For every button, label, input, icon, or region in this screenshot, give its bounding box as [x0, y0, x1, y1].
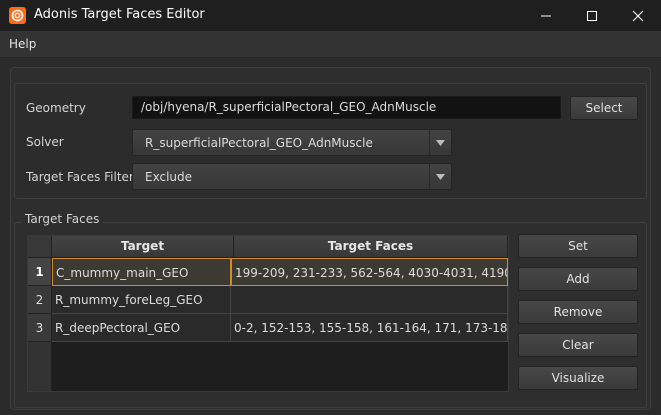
solver-label: Solver [26, 135, 64, 149]
geometry-label: Geometry [26, 101, 86, 115]
minimize-button[interactable] [523, 0, 569, 31]
solver-value: R_superficialPectoral_GEO_AdnMuscle [145, 136, 373, 150]
solver-dropdown[interactable]: R_superficialPectoral_GEO_AdnMuscle [132, 129, 452, 156]
table-cell-target-faces[interactable]: 199-209, 231-233, 562-564, 4030-4031, 41… [231, 258, 508, 286]
table-cell-target[interactable]: R_mummy_foreLeg_GEO [52, 286, 231, 314]
clear-button[interactable]: Clear [518, 333, 638, 357]
table-cell-target[interactable]: R_deepPectoral_GEO [52, 314, 231, 342]
row-header[interactable]: 2 [28, 286, 52, 314]
geometry-field[interactable]: /obj/hyena/R_superficialPectoral_GEO_Adn… [132, 96, 561, 119]
close-icon [632, 10, 644, 21]
title-bar: Adonis Target Faces Editor [0, 0, 661, 31]
row-header-filler [28, 342, 52, 391]
menu-bar: Help [0, 31, 661, 58]
set-button[interactable]: Set [518, 234, 638, 258]
houdini-logo-icon [9, 7, 26, 24]
maximize-button[interactable] [569, 0, 615, 31]
maximize-icon [587, 10, 597, 21]
visualize-button[interactable]: Visualize [518, 366, 638, 390]
row-header[interactable]: 1 [28, 258, 52, 286]
table-corner[interactable] [28, 236, 52, 258]
table-cell-target[interactable]: C_mummy_main_GEO [52, 258, 231, 286]
target-faces-table: Target Target Faces 1 C_mummy_main_GEO 1… [27, 235, 509, 392]
column-header-target[interactable]: Target [52, 236, 234, 258]
row-header[interactable]: 3 [28, 314, 52, 342]
table-cell-target-faces[interactable]: 0-2, 152-153, 155-158, 161-164, 171, 173… [231, 314, 508, 342]
select-button[interactable]: Select [570, 96, 638, 120]
menu-help[interactable]: Help [9, 37, 36, 51]
remove-button[interactable]: Remove [518, 300, 638, 324]
target-faces-filter-dropdown[interactable]: Exclude [132, 163, 452, 190]
filter-value: Exclude [145, 170, 193, 184]
add-button[interactable]: Add [518, 267, 638, 291]
table-empty-area [53, 342, 508, 391]
target-faces-filter-label: Target Faces Filter [26, 170, 134, 184]
column-header-target-faces[interactable]: Target Faces [234, 236, 508, 258]
target-faces-group-title: Target Faces [22, 212, 103, 226]
chevron-down-icon [429, 130, 451, 155]
table-cell-target-faces[interactable] [231, 286, 508, 314]
window-title: Adonis Target Faces Editor [34, 7, 205, 22]
close-button[interactable] [615, 0, 661, 31]
minimize-icon [541, 15, 551, 16]
chevron-down-icon [429, 164, 451, 189]
